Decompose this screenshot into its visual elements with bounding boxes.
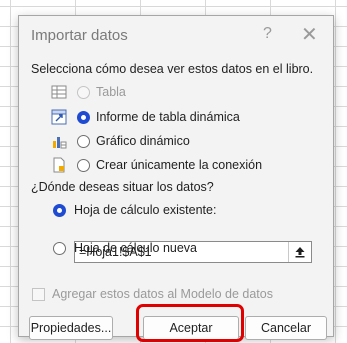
location-prompt: ¿Dónde deseas situar los datos? (31, 180, 214, 194)
collapse-range-button[interactable] (288, 242, 311, 262)
view-prompt: Selecciona cómo desea ver estos datos en… (31, 62, 314, 76)
pivot-table-icon (51, 109, 67, 125)
dialog-titlebar: Importar datos ? ✕ (19, 16, 333, 54)
help-button[interactable]: ? (263, 25, 272, 43)
pivot-chart-icon (53, 137, 67, 149)
close-button[interactable]: ✕ (301, 22, 318, 47)
radio-pivot-table[interactable] (77, 111, 90, 124)
radio-pivot-chart[interactable] (77, 135, 90, 148)
connection-only-icon (53, 157, 65, 173)
table-icon (51, 85, 67, 99)
accept-button-highlight (136, 304, 244, 342)
radio-pivot-table-label: Informe de tabla dinámica (96, 110, 240, 124)
radio-connection-only[interactable] (77, 159, 90, 172)
radio-pivot-chart-label: Gráfico dinámico (96, 134, 190, 148)
upload-arrow-icon (295, 247, 305, 258)
data-model-label: Agregar estos datos al Modelo de datos (52, 287, 273, 301)
cancel-button[interactable]: Cancelar (245, 316, 327, 340)
radio-new-sheet-label: Hoja de cálculo nueva (74, 241, 197, 255)
import-data-dialog: Importar datos ? ✕ Selecciona cómo desea… (18, 15, 334, 340)
radio-table[interactable] (77, 86, 90, 99)
radio-table-label: Tabla (96, 85, 126, 99)
radio-existing-sheet-label: Hoja de cálculo existente: (74, 203, 217, 217)
radio-connection-only-label: Crear únicamente la conexión (96, 158, 263, 172)
radio-existing-sheet[interactable] (53, 204, 66, 217)
dialog-title: Importar datos (31, 27, 128, 44)
data-model-checkbox[interactable] (32, 288, 45, 301)
radio-new-sheet[interactable] (53, 242, 66, 255)
properties-button[interactable]: Propiedades... (29, 316, 113, 340)
